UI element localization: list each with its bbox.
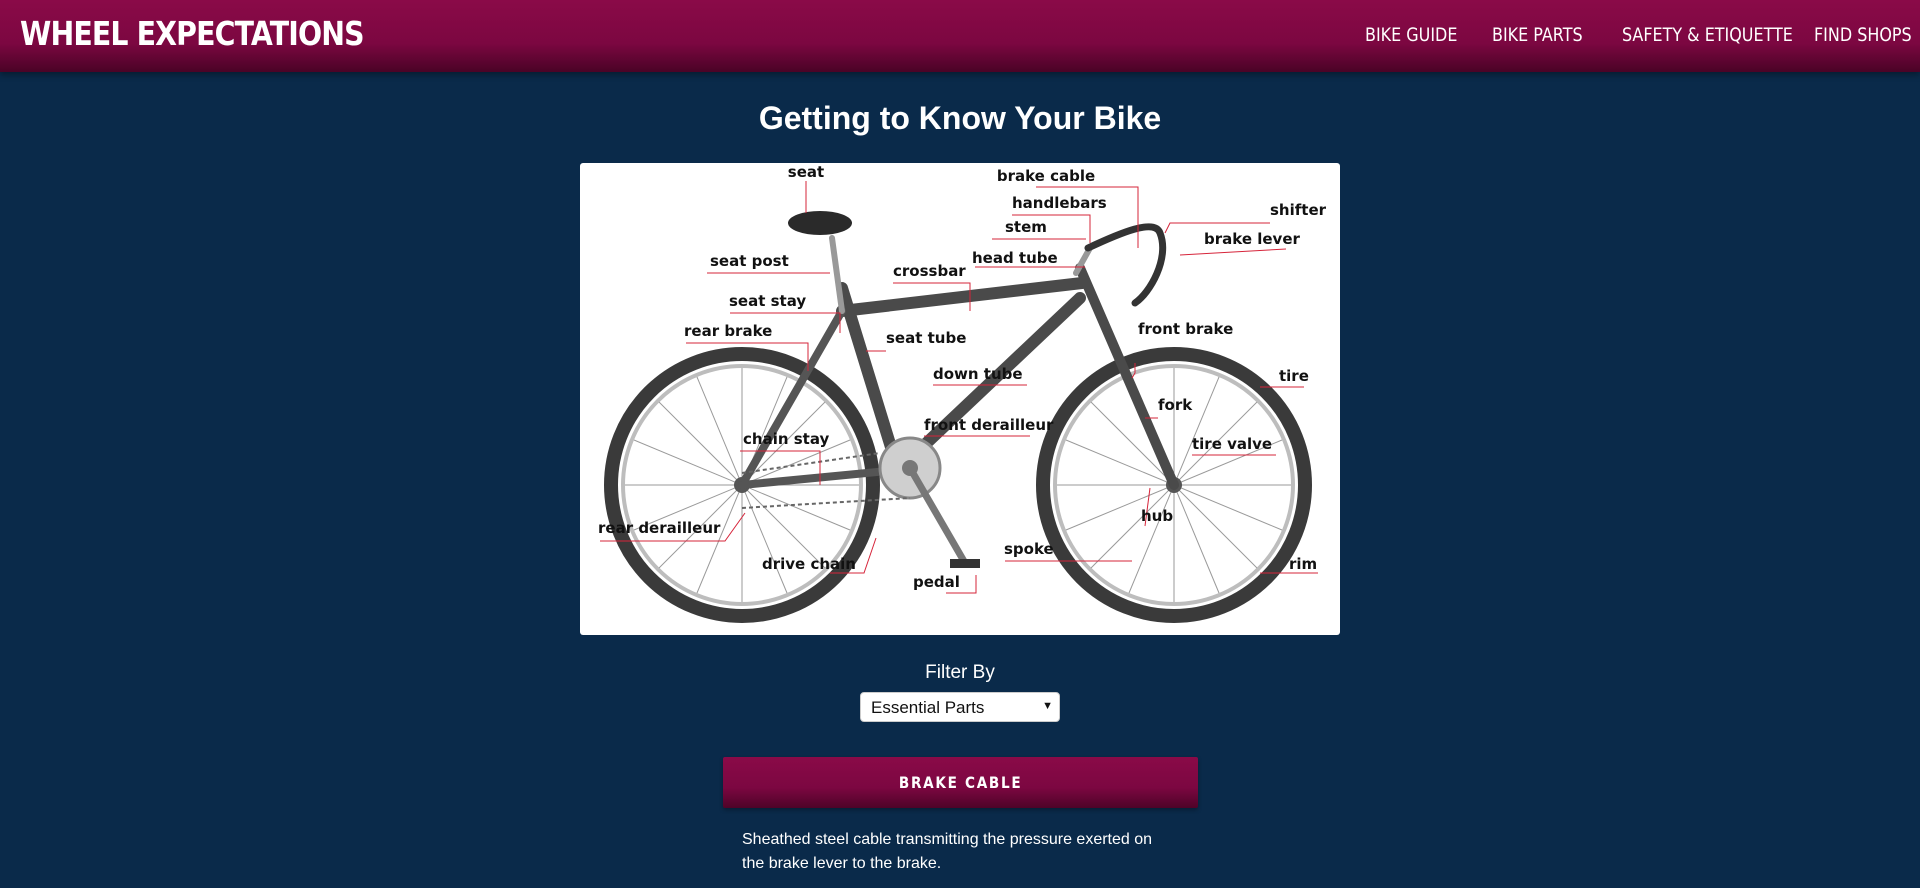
label-tire-valve[interactable]: tire valve — [1192, 435, 1272, 453]
label-down-tube[interactable]: down tube — [933, 365, 1023, 383]
filter-label: Filter By — [925, 662, 995, 683]
label-tire[interactable]: tire — [1279, 367, 1309, 385]
dropdown-arrow-icon: ▼ — [1042, 700, 1053, 712]
top-navigation-bar: WHEEL EXPECTATIONS BIKE GUIDE BIKE PARTS… — [0, 0, 1920, 72]
label-chain-stay[interactable]: chain stay — [743, 430, 829, 448]
label-front-brake[interactable]: front brake — [1138, 320, 1233, 338]
label-rear-brake[interactable]: rear brake — [684, 322, 772, 340]
label-brake-cable[interactable]: brake cable — [997, 167, 1095, 185]
label-seat-stay[interactable]: seat stay — [729, 292, 806, 310]
label-handlebars[interactable]: handlebars — [1012, 194, 1107, 212]
filter-selected-value: Essential Parts — [871, 698, 985, 717]
nav-safety-etiquette[interactable]: SAFETY & ETIQUETTE — [1622, 24, 1793, 46]
nav-find-shops[interactable]: FIND SHOPS — [1814, 24, 1912, 46]
label-rim[interactable]: rim — [1289, 555, 1317, 573]
part-name-label: BRAKE CABLE — [898, 773, 1023, 792]
label-brake-lever[interactable]: brake lever — [1204, 230, 1300, 248]
label-head-tube[interactable]: head tube — [972, 249, 1058, 267]
label-pedal[interactable]: pedal — [913, 573, 960, 591]
label-drive-chain[interactable]: drive chain — [762, 555, 856, 573]
label-rear-derailleur[interactable]: rear derailleur — [598, 519, 721, 537]
pedal-shape — [950, 559, 980, 568]
label-crossbar[interactable]: crossbar — [893, 262, 966, 280]
nav-bike-guide[interactable]: BIKE GUIDE — [1365, 24, 1457, 46]
label-front-derailleur[interactable]: front derailleur — [924, 416, 1054, 434]
page-title: Getting to Know Your Bike — [758, 100, 1162, 136]
label-shifter[interactable]: shifter — [1270, 201, 1327, 219]
site-logo[interactable]: WHEEL EXPECTATIONS — [20, 14, 365, 53]
filter-select[interactable]: Essential Parts ▼ — [860, 692, 1060, 722]
nav-bike-parts[interactable]: BIKE PARTS — [1492, 24, 1583, 46]
label-fork[interactable]: fork — [1158, 396, 1193, 414]
seat-shape — [788, 211, 852, 235]
main-nav: BIKE GUIDE BIKE PARTS SAFETY & ETIQUETTE… — [1365, 24, 1912, 50]
label-hub[interactable]: hub — [1141, 507, 1173, 525]
part-description: Sheathed steel cable transmitting the pr… — [742, 831, 1153, 872]
label-seat-tube[interactable]: seat tube — [886, 329, 966, 347]
label-spoke[interactable]: spoke — [1004, 540, 1054, 558]
part-name-button[interactable]: BRAKE CABLE — [723, 757, 1198, 808]
label-stem[interactable]: stem — [1005, 218, 1047, 236]
label-seat[interactable]: seat — [788, 163, 824, 181]
bike-illustration: seat brake cable handlebars shifter stem… — [598, 163, 1327, 623]
bike-diagram: seat brake cable handlebars shifter stem… — [580, 163, 1340, 635]
label-seat-post[interactable]: seat post — [710, 252, 789, 270]
